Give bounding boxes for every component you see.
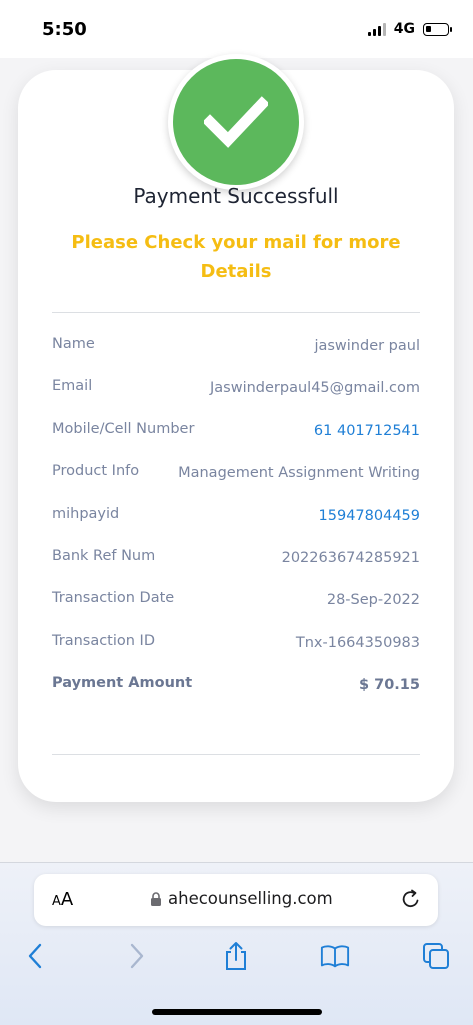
phone-link[interactable]: 61 401712541: [314, 423, 420, 439]
detail-row-mihpayid: mihpayid 15947804459: [52, 506, 420, 548]
reader-settings-button[interactable]: AA: [52, 889, 73, 910]
back-icon: [28, 943, 42, 969]
reload-icon[interactable]: [400, 888, 422, 910]
detail-value: Jaswinderpaul45@gmail.com: [210, 380, 420, 397]
detail-row-bank-ref: Bank Ref Num 202263674285921: [52, 548, 420, 590]
success-badge: [168, 54, 304, 190]
detail-value: jaswinder paul: [314, 338, 420, 354]
home-indicator: [152, 1009, 322, 1015]
bookmarks-icon: [320, 945, 350, 968]
mihpayid-link[interactable]: 15947804459: [319, 508, 420, 524]
status-time: 5:50: [42, 19, 87, 40]
lock-icon: [151, 892, 161, 906]
check-mail-message: Please Check your mail for more Details: [71, 232, 401, 282]
forward-icon: [130, 943, 144, 969]
detail-label: Payment Amount: [52, 675, 193, 692]
detail-row-transaction-date: Transaction Date 28-Sep-2022: [52, 590, 420, 632]
detail-row-name: Name jaswinder paul: [52, 336, 420, 378]
detail-value: 202263674285921: [281, 549, 420, 566]
share-icon: [226, 942, 246, 970]
detail-label: Transaction ID: [52, 632, 156, 649]
tabs-button[interactable]: [421, 941, 451, 971]
detail-label: Email: [52, 378, 93, 395]
checkmark-icon: [204, 96, 268, 148]
detail-label: Mobile/Cell Number: [52, 420, 195, 437]
payment-status-title: Payment Successfull: [133, 184, 339, 208]
tabs-icon: [423, 943, 449, 969]
detail-label: Bank Ref Num: [52, 547, 156, 564]
bookmarks-button[interactable]: [320, 941, 350, 971]
detail-label: Name: [52, 336, 95, 352]
detail-label: Product Info: [52, 463, 140, 480]
detail-value: Tnx-1664350983: [295, 634, 420, 651]
back-button[interactable]: [20, 941, 50, 971]
battery-level: [426, 25, 431, 32]
page-content: Payment Successfull Please Check your ma…: [0, 54, 473, 862]
bottom-divider: [52, 754, 420, 755]
detail-label: Transaction Date: [52, 590, 175, 607]
share-button[interactable]: [221, 941, 251, 971]
status-indicators: 4G: [367, 21, 452, 37]
top-divider: [52, 312, 420, 313]
detail-value: 28-Sep-2022: [326, 592, 420, 609]
browser-toolbar: AA ahecounselling.com: [0, 862, 473, 1025]
detail-row-transaction-id: Transaction ID Tnx-1664350983: [52, 633, 420, 675]
address-bar[interactable]: AA ahecounselling.com: [34, 874, 438, 926]
network-type: 4G: [393, 21, 415, 37]
battery-icon: [423, 22, 452, 36]
cellular-signal-icon: [367, 22, 386, 36]
payment-amount-value: $ 70.15: [358, 677, 420, 694]
detail-row-email: Email Jaswinderpaul45@gmail.com: [52, 378, 420, 420]
forward-button[interactable]: [122, 941, 152, 971]
detail-value: Management Assignment Writing: [178, 465, 420, 482]
detail-row-product: Product Info Management Assignment Writi…: [52, 463, 420, 505]
detail-row-mobile: Mobile/Cell Number 61 401712541: [52, 421, 420, 463]
payment-card: Payment Successfull Please Check your ma…: [18, 54, 454, 802]
status-bar: 5:50 4G: [0, 0, 473, 58]
detail-label: mihpayid: [52, 505, 120, 522]
payment-details: Name jaswinder paul Email Jaswinderpaul4…: [52, 336, 420, 718]
detail-row-payment-amount: Payment Amount $ 70.15: [52, 675, 420, 717]
url-text[interactable]: ahecounselling.com: [168, 889, 333, 908]
